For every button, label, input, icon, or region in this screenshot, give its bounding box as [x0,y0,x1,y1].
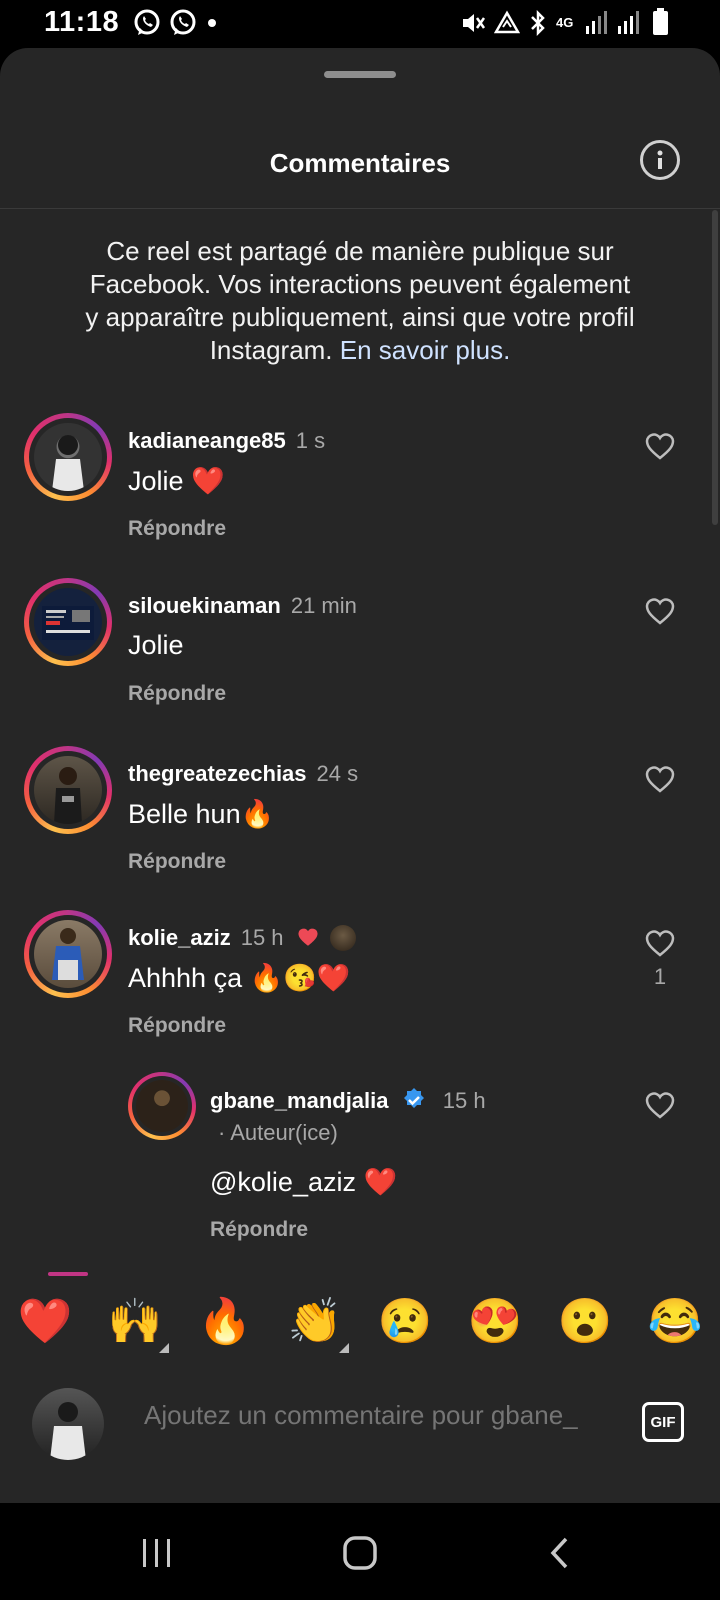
reply-button[interactable]: Répondre [128,517,226,541]
reaction-crying-button[interactable]: 😢 [373,1295,437,1347]
whatsapp-icon [170,9,196,35]
public-share-notice: Ce reel est partagé de manière publique … [80,235,640,367]
sheet-title: Commentaires [269,148,451,178]
comment-time: 15 h [442,1088,486,1113]
reaction-clap-button[interactable]: 👏 [283,1295,349,1353]
gif-button[interactable]: GIF [642,1402,684,1442]
battery-icon [653,8,668,35]
like-heart-icon[interactable] [644,764,676,794]
network-type: 4G [556,15,574,30]
comment-username[interactable]: silouekinaman 21 min [128,593,357,619]
reply-comment-item: gbane_mandjalia 15 h · Auteur(ice) @koli… [0,1072,720,1252]
quick-reactions-bar: ❤️ 🙌 🔥 👏 😢 😍 😮 😂 [0,1282,720,1360]
reply-button[interactable]: Répondre [128,682,226,706]
reaction-raising-hands-button[interactable]: 🙌 [103,1295,169,1353]
bluetooth-icon [531,10,545,36]
comment-text: Jolie ❤️ [128,466,225,496]
avatar[interactable] [24,910,112,998]
reply-button[interactable]: Répondre [128,850,226,874]
info-icon [657,150,663,169]
recent-apps-icon[interactable] [140,1537,174,1569]
reaction-laughing-button[interactable]: 😂 [643,1295,707,1347]
status-bar: 11:18 4G [0,0,720,48]
dot-icon [208,19,216,27]
comments-sheet: Commentaires Ce reel est partagé de mani… [0,48,720,1503]
signal-icon [618,11,639,34]
comment-time: 21 min [290,593,357,618]
notification-icons [132,8,220,38]
whatsapp-icon [134,9,160,35]
comment-item: kadianeange85 1 s Jolie ❤️ Répondre [0,413,720,563]
avatar[interactable] [24,746,112,834]
mute-icon [463,14,486,32]
comment-item: silouekinaman 21 min Jolie Répondre [0,578,720,728]
like-heart-icon[interactable] [644,928,676,958]
avatar[interactable] [128,1072,196,1140]
back-icon[interactable] [548,1535,572,1571]
like-count: 1 [653,964,667,989]
avatar-photo [136,1080,188,1132]
creator-avatar-mini [329,925,356,951]
avatar-photo [34,756,102,824]
comment-composer: GIF [0,1380,720,1460]
comment-username[interactable]: kadianeange85 1 s [128,428,325,454]
avatar-photo [34,423,102,491]
reply-button[interactable]: Répondre [128,1014,226,1038]
comment-time: 15 h [240,925,284,950]
comment-text: Jolie [128,630,184,660]
system-navigation-bar [0,1503,720,1600]
like-heart-icon[interactable] [644,596,676,626]
comment-username[interactable]: kolie_aziz 15 h [128,925,356,951]
comment-text: Belle hun🔥 [128,799,275,829]
comment-username[interactable]: gbane_mandjalia 15 h [210,1087,486,1114]
author-tag: · Auteur(ice) [218,1120,338,1145]
comment-text: Ahhhh ça 🔥😘❤️ [128,963,351,993]
drag-handle[interactable] [324,71,396,78]
comment-text: @kolie_aziz ❤️ [210,1167,398,1197]
next-comment-avatar-partial [48,1272,88,1276]
comment-time: 24 s [316,761,359,786]
creator-liked-heart-icon [298,928,318,946]
reaction-heart-eyes-button[interactable]: 😍 [463,1295,527,1347]
reaction-fire-button[interactable]: 🔥 [193,1295,257,1347]
learn-more-link[interactable]: En savoir plus. [340,335,511,365]
verified-badge-icon [403,1088,424,1108]
comment-item: kolie_aziz 15 h Ahhhh ça 🔥😘❤️ Répondre 1 [0,910,720,1080]
like-heart-icon[interactable] [644,1090,676,1120]
signal-icon [586,11,607,34]
home-icon[interactable] [342,1535,378,1571]
avatar[interactable] [24,413,112,501]
reaction-surprised-button[interactable]: 😮 [553,1295,617,1347]
system-icons: 4G [460,10,640,36]
avatar-photo [34,588,102,656]
reaction-heart-button[interactable]: ❤️ [13,1295,77,1347]
comment-username[interactable]: thegreatezechias 24 s [128,761,358,787]
status-time: 11:18 [44,6,120,38]
avatar-photo [34,920,102,988]
comment-item: thegreatezechias 24 s Belle hun🔥 Répondre [0,746,720,896]
header-divider [0,208,720,209]
comment-input[interactable] [144,1400,614,1431]
comment-time: 1 s [295,428,326,453]
reply-button[interactable]: Répondre [210,1218,308,1242]
info-button[interactable] [640,140,680,180]
data-saver-icon [494,10,520,34]
like-heart-icon[interactable] [644,431,676,461]
my-avatar [32,1388,104,1460]
avatar[interactable] [24,578,112,666]
